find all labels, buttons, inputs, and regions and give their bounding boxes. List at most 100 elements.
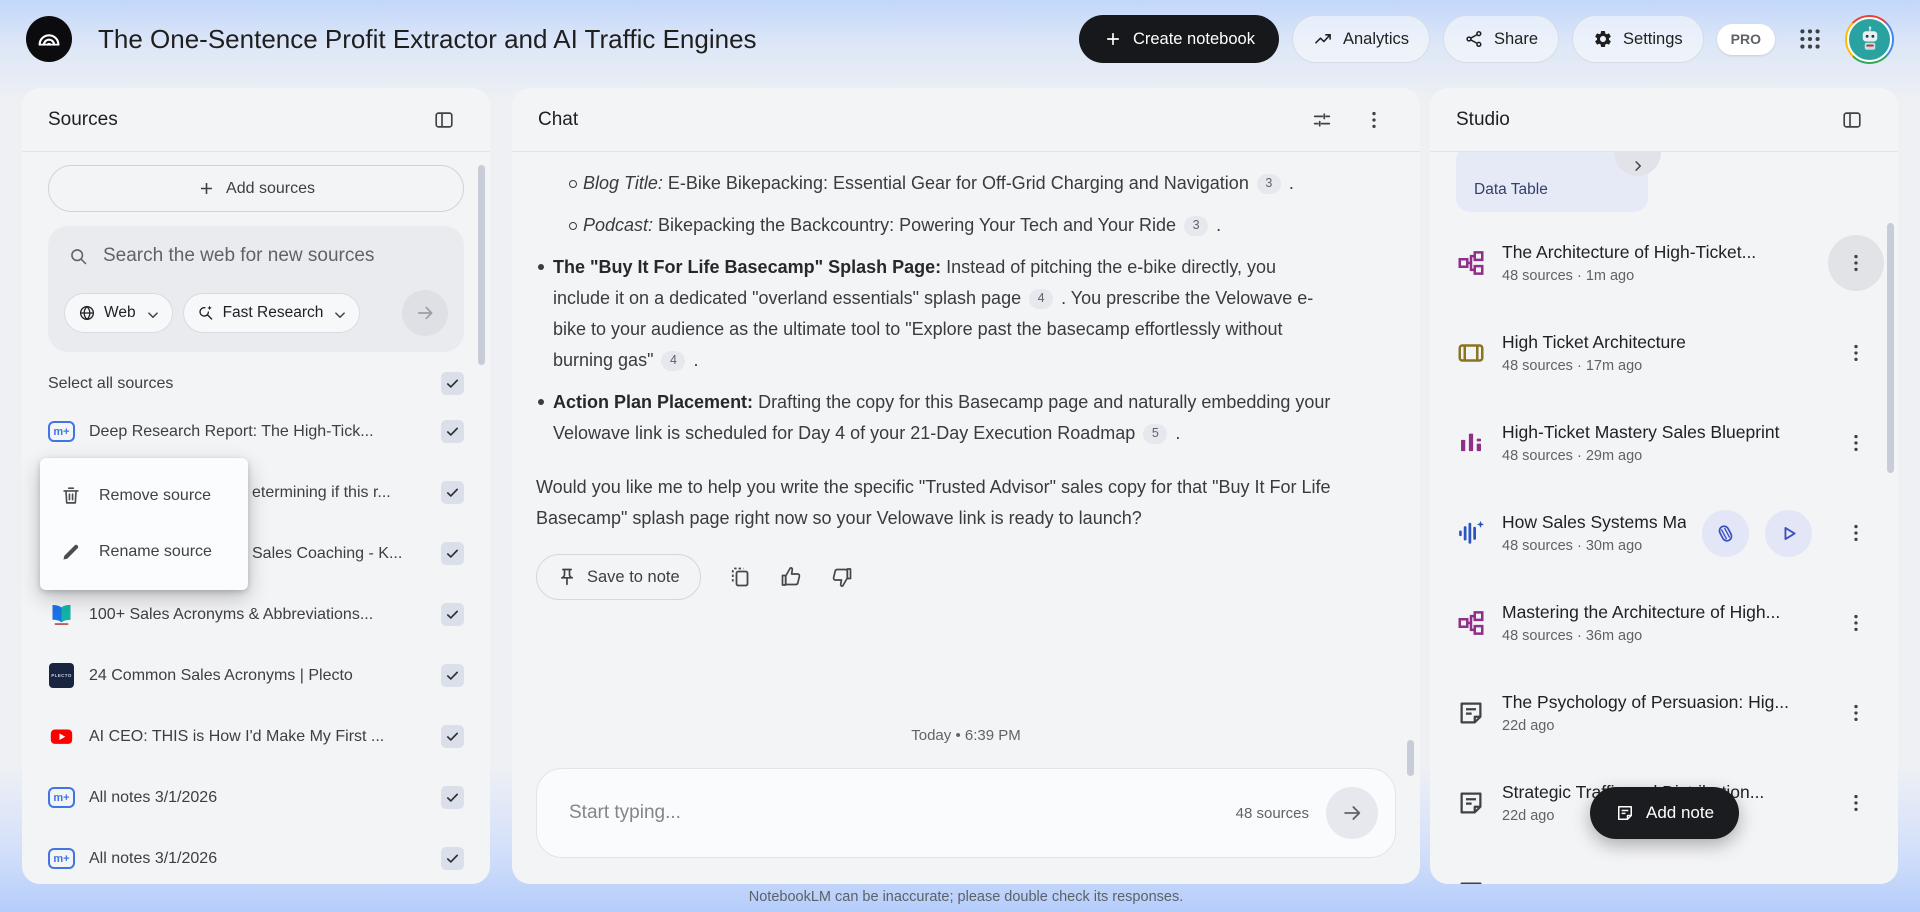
chevron-down-icon	[331, 306, 346, 321]
chat-scrollbar[interactable]	[1407, 740, 1414, 776]
panel-collapse-icon	[433, 109, 455, 131]
analytics-button[interactable]: Analytics	[1291, 15, 1430, 63]
share-label: Share	[1494, 29, 1539, 48]
studio-panel: Data Table Studio The Architecture of Hi…	[1430, 88, 1898, 884]
data-table-chip-label: Data Table	[1474, 181, 1548, 198]
research-mode-chip[interactable]: Fast Research	[182, 293, 361, 333]
sources-scrollbar[interactable]	[478, 165, 485, 365]
studio-item[interactable]: Mastering the Architecture of High... 48 …	[1430, 578, 1898, 668]
source-checkbox[interactable]	[441, 542, 464, 565]
studio-item-title: High-Ticket Mastery Sales Blueprint	[1502, 422, 1780, 442]
studio-item-text: High-Ticket Mastery Sales Blueprint 48 so…	[1502, 422, 1812, 464]
source-checkbox[interactable]	[441, 481, 464, 504]
chat-input[interactable]	[567, 801, 1236, 825]
arrow-right-icon	[1341, 802, 1363, 824]
research-chip-label: Fast Research	[222, 304, 324, 321]
add-note-button[interactable]: Add note	[1590, 787, 1740, 839]
source-row[interactable]: m+ Deep Research Report: The High-Tick...	[22, 401, 490, 462]
chat-paragraph: Would you like me to help you write the …	[536, 477, 1331, 528]
studio-item-title: The Psychology of Persuasion: Hig...	[1502, 692, 1789, 712]
source-row[interactable]: AI CEO: THIS is How I'd Make My First ..…	[22, 706, 490, 767]
select-all-checkbox[interactable]	[441, 372, 464, 395]
item-menu-button[interactable]	[1828, 775, 1884, 831]
save-to-note-button[interactable]: Save to note	[536, 554, 701, 600]
source-title: Sales Coaching - K...	[252, 544, 403, 562]
citation-chip[interactable]: 4	[1029, 288, 1054, 309]
item-menu-button[interactable]	[1828, 325, 1884, 381]
studio-scrollbar[interactable]	[1887, 223, 1894, 473]
chevron-right-icon	[1629, 157, 1647, 175]
studio-panel-header: Studio	[1430, 88, 1898, 152]
chat-menu-button[interactable]	[1354, 100, 1394, 140]
source-row[interactable]: m+ All notes 3/1/2026	[22, 767, 490, 828]
account-avatar[interactable]	[1845, 14, 1894, 64]
source-checkbox[interactable]	[441, 786, 464, 809]
chat-settings-button[interactable]	[1302, 100, 1342, 140]
header-actions: Create notebook Analytics Share Settings…	[1078, 14, 1894, 64]
item-menu-button[interactable]	[1828, 235, 1884, 291]
pro-badge: PRO	[1716, 23, 1775, 55]
search-icon	[68, 246, 89, 267]
source-checkbox[interactable]	[441, 725, 464, 748]
item-menu-button[interactable]	[1828, 415, 1884, 471]
studio-item[interactable]: High Ticket Architecture 48 sources · 17m…	[1430, 308, 1898, 398]
trending-up-icon	[1313, 29, 1333, 49]
note-icon	[1615, 803, 1635, 823]
notebooklm-logo-icon	[34, 24, 64, 54]
share-button[interactable]: Share	[1443, 15, 1560, 63]
send-message-button[interactable]	[1326, 787, 1378, 839]
thumbs-up-button[interactable]	[779, 565, 803, 589]
rename-source-menu-item[interactable]: Rename source	[40, 524, 248, 580]
thumbs-down-button[interactable]	[830, 565, 854, 589]
source-title: AI CEO: THIS is How I'd Make My First ..…	[89, 727, 385, 745]
source-row[interactable]: m+ All notes 3/1/2026	[22, 828, 490, 884]
source-checkbox[interactable]	[441, 664, 464, 687]
m-plus-icon: m+	[48, 418, 75, 445]
source-checkbox[interactable]	[441, 847, 464, 870]
source-row[interactable]: PLECTO 24 Common Sales Acronyms | Plecto	[22, 645, 490, 706]
create-notebook-button[interactable]: Create notebook	[1078, 15, 1279, 63]
studio-item[interactable]: How Sales Systems Map... 48 sources · 30m…	[1430, 488, 1898, 578]
add-sources-button[interactable]: Add sources	[48, 165, 464, 212]
settings-button[interactable]: Settings	[1572, 15, 1704, 63]
item-menu-button[interactable]	[1828, 595, 1884, 651]
notebook-title[interactable]: The One-Sentence Profit Extractor and AI…	[98, 24, 757, 55]
gear-icon	[1593, 29, 1613, 49]
collapse-sources-panel-button[interactable]	[424, 100, 464, 140]
studio-item[interactable]: The Architecture of High-Ticket... 48 sou…	[1430, 218, 1898, 308]
google-apps-button[interactable]	[1788, 17, 1832, 61]
app-header: The One-Sentence Profit Extractor and AI…	[0, 0, 1920, 78]
play-button[interactable]	[1765, 509, 1812, 557]
trash-icon	[60, 485, 82, 507]
studio-item[interactable]: High-Ticket Mastery Sales Blueprint 48 so…	[1430, 398, 1898, 488]
note-icon	[1456, 878, 1486, 884]
citation-chip[interactable]: 3	[1256, 173, 1281, 194]
source-checkbox[interactable]	[441, 603, 464, 626]
tune-icon	[1311, 109, 1333, 131]
studio-item-text: High Ticket Architecture 48 sources · 17m…	[1502, 332, 1812, 374]
item-menu-button[interactable]	[1828, 865, 1884, 884]
item-menu-button[interactable]	[1828, 505, 1884, 561]
studio-item[interactable]: The Acronym Method for Batching...	[1430, 848, 1898, 884]
remove-source-menu-item[interactable]: Remove source	[40, 468, 248, 524]
citation-chip[interactable]: 5	[1143, 423, 1168, 444]
save-to-note-label: Save to note	[587, 567, 680, 586]
chat-response-actions: Save to note	[536, 554, 1420, 600]
citation-chip[interactable]: 3	[1184, 215, 1209, 236]
workflow-icon	[1456, 248, 1486, 278]
plus-icon	[1103, 29, 1123, 49]
web-filter-chip[interactable]: Web	[64, 293, 173, 333]
copy-button[interactable]	[728, 565, 752, 589]
collapse-studio-panel-button[interactable]	[1832, 100, 1872, 140]
note-icon	[1456, 788, 1486, 818]
search-input[interactable]	[101, 244, 444, 268]
source-row[interactable]: 100+ Sales Acronyms & Abbreviations...	[22, 584, 490, 645]
search-submit-button[interactable]	[402, 290, 448, 336]
interactive-mode-button[interactable]	[1702, 509, 1749, 557]
source-checkbox[interactable]	[441, 420, 464, 443]
item-menu-button[interactable]	[1828, 685, 1884, 741]
studio-item-text: The Psychology of Persuasion: Hig... 22d …	[1502, 692, 1812, 734]
citation-chip[interactable]: 4	[661, 350, 686, 371]
notebooklm-logo[interactable]	[26, 16, 72, 62]
studio-item[interactable]: The Psychology of Persuasion: Hig... 22d …	[1430, 668, 1898, 758]
